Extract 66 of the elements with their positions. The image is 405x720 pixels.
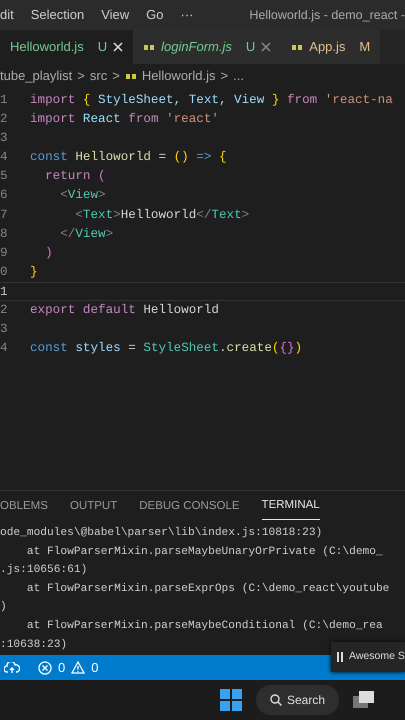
code-line: const Helloworld = () => { — [30, 149, 227, 166]
js-file-icon — [291, 42, 304, 52]
line-number: 8 — [0, 226, 9, 243]
warning-icon — [71, 661, 86, 674]
window-title: Helloworld.js - demo_react - — [249, 6, 405, 24]
terminal-line: .js:10656:61) — [0, 564, 88, 576]
panel-tab[interactable]: TERMINAL — [262, 492, 320, 520]
menu-item[interactable]: dit — [0, 5, 14, 25]
breadcrumb-separator: > — [112, 67, 120, 86]
terminal-line: ode_modules\@babel\parser\lib\index.js:10818:23) — [0, 527, 322, 539]
line-number: 4 — [0, 340, 9, 358]
line-number: 2 — [0, 111, 9, 128]
terminal-line: ) — [0, 601, 7, 614]
code-line: const styles = StyleSheet.create({}) — [30, 340, 302, 358]
windows-start-icon[interactable] — [220, 689, 242, 711]
line-number: 2 — [0, 302, 9, 320]
code-line: import React from 'react' — [30, 111, 219, 128]
terminal-line: at FlowParserMixin.parseExprOps (C:\demo_react\youtube — [26, 582, 390, 595]
breadcrumb-item[interactable]: tube_playlist — [0, 66, 72, 86]
breadcrumb-separator: > — [220, 67, 228, 86]
line-number: 3 — [0, 130, 9, 148]
menu-item[interactable]: ··· — [180, 5, 194, 25]
code-line: </View> — [59, 226, 114, 243]
breadcrumb-item[interactable]: Helloworld.js — [142, 66, 216, 86]
breadcrumb-item[interactable]: src — [90, 66, 108, 86]
editor-tab[interactable]: loginForm.js U — [133, 30, 282, 64]
breadcrumb-item[interactable]: ... — [233, 66, 244, 86]
code-line: import { StyleSheet, Text, View } from 'react-na — [30, 92, 393, 109]
terminal-line: at FlowParserMixin.parseMaybeUnaryOrPrivate (C:\demo_ — [26, 546, 383, 558]
line-number: 6 — [0, 187, 9, 204]
code-line: <Text>Helloworld</Text> — [74, 206, 250, 224]
panel-tab[interactable]: DEBUG CONSOLE — [139, 492, 240, 520]
code-line: export default Helloworld — [30, 302, 219, 320]
menu-item[interactable]: Selection — [30, 5, 84, 25]
line-number: 5 — [0, 168, 9, 186]
code-line: return ( — [44, 168, 106, 186]
editor-tab[interactable]: App.js M — [281, 30, 380, 64]
breadcrumb-separator: > — [77, 67, 85, 86]
taskbar-search[interactable]: Search — [256, 685, 339, 715]
warning-count[interactable]: 0 — [91, 658, 98, 678]
line-number: 7 — [0, 206, 9, 224]
code-line: ) — [44, 244, 53, 262]
terminal-line: :10638:23) — [0, 638, 68, 651]
terminal-line: at FlowParserMixin.parseMaybeConditional (C:\demo_rea — [26, 620, 383, 632]
menu-item[interactable]: Go — [146, 5, 164, 25]
line-number: 0 — [0, 264, 9, 281]
panel-tab[interactable]: OBLEMS — [0, 492, 48, 520]
search-icon — [270, 694, 282, 706]
error-icon — [38, 660, 52, 674]
code-line: <View> — [59, 187, 106, 204]
js-file-icon — [143, 42, 156, 52]
js-file-icon — [124, 71, 137, 81]
error-count[interactable]: 0 — [58, 658, 66, 678]
line-number: 9 — [0, 244, 9, 262]
editor-tab[interactable]: Helloworld.js U — [0, 30, 134, 64]
line-number: 3 — [0, 321, 9, 338]
line-number: 1 — [0, 284, 9, 300]
code-line: } — [30, 264, 38, 281]
panel-tab[interactable]: OUTPUT — [70, 492, 118, 520]
line-number: 1 — [0, 92, 9, 109]
menu-item[interactable]: View — [101, 5, 130, 25]
notification-toast[interactable]: Awesome S — [331, 642, 405, 672]
cloud-icon[interactable] — [4, 662, 20, 674]
task-view-icon[interactable] — [353, 691, 375, 709]
line-number: 4 — [0, 149, 9, 166]
pause-icon — [337, 652, 344, 662]
